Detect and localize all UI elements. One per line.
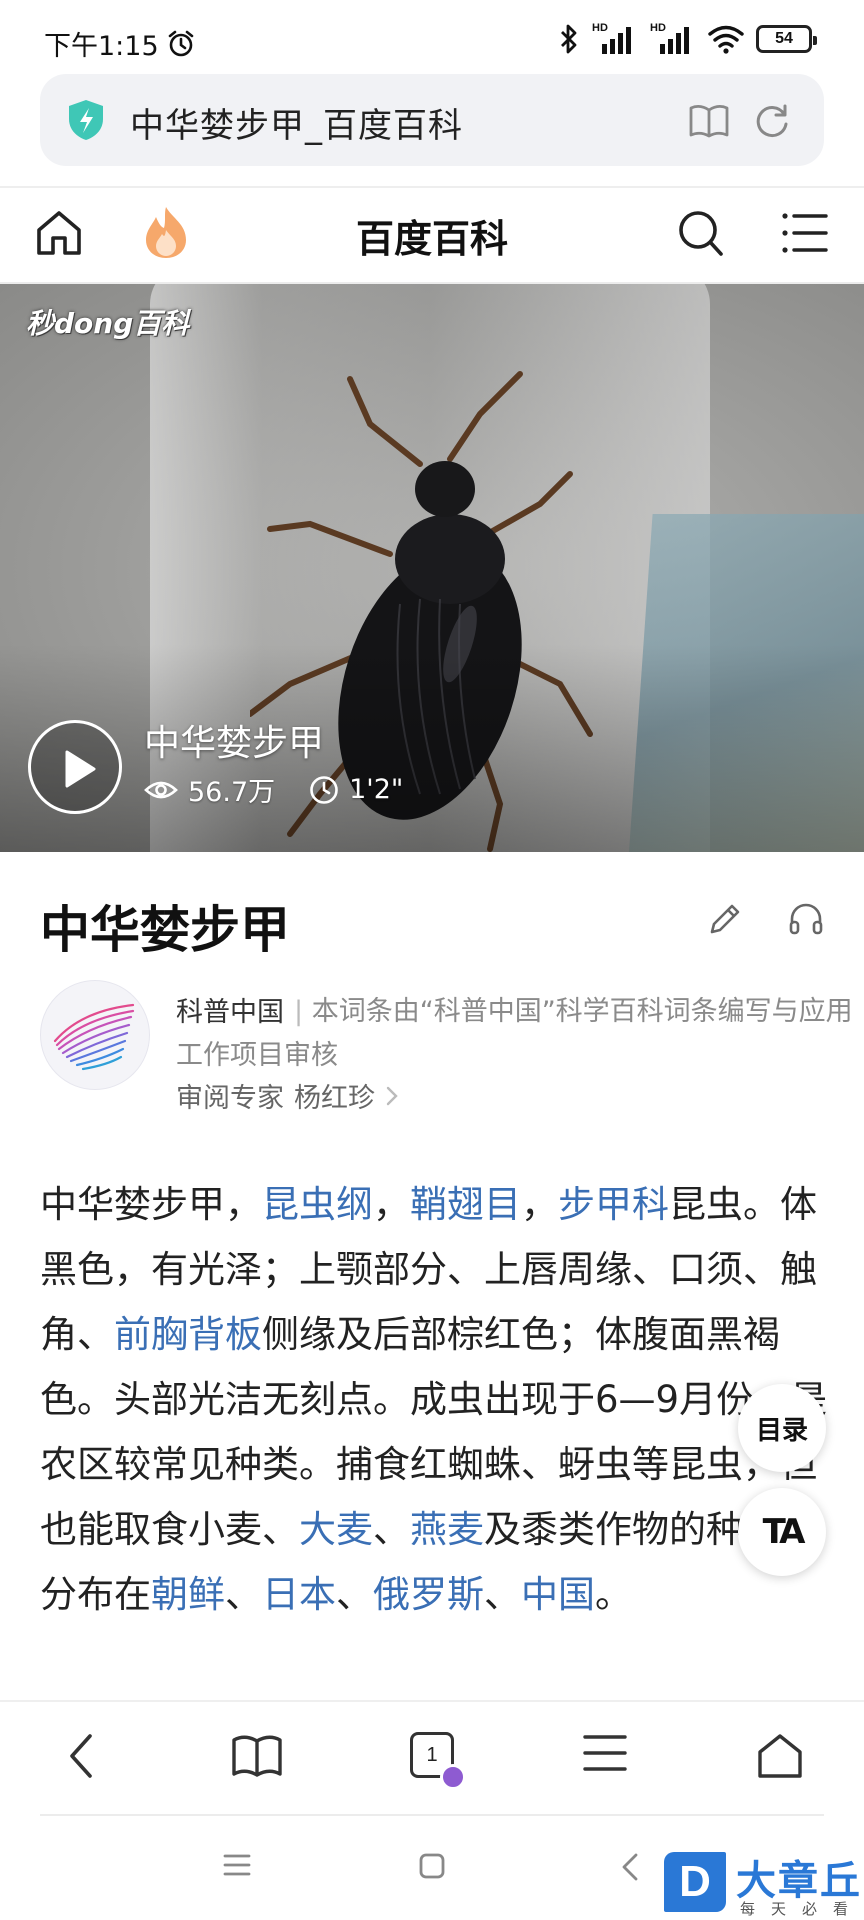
battery-icon: 54 [756,25,817,53]
system-back-icon[interactable] [620,1852,640,1882]
link-kunchonggang[interactable]: 昆虫纲 [262,1183,373,1226]
link-damai[interactable]: 大麦 [299,1508,373,1551]
body-text: 、 [484,1573,521,1616]
body-text: ， [521,1183,558,1226]
video-duration: 1'2" [309,774,403,805]
link-eluosi[interactable]: 俄罗斯 [373,1573,484,1616]
kepu-logo[interactable] [40,980,150,1090]
video-title: 中华婪步甲 [144,723,325,764]
link-bujiake[interactable]: 步甲科 [558,1183,669,1226]
clock-icon [309,775,339,805]
link-qiaochimu[interactable]: 鞘翅目 [410,1183,521,1226]
chevron-right-icon [385,1085,399,1107]
body-text: 、 [373,1508,410,1551]
video-stats: 56.7万 1'2" [144,770,437,809]
site-title: 百度百科 [355,217,508,261]
browser-toolbar: 1 [0,1700,864,1818]
reviewer-name: 杨红珍 [294,1083,375,1114]
back-icon[interactable] [66,1732,96,1780]
link-chaoxian[interactable]: 朝鲜 [151,1573,225,1616]
signal-icon-1: HD [592,22,638,56]
link-qianxiongbeiban[interactable]: 前胸背板 [114,1313,262,1356]
bookmarks-icon[interactable] [230,1732,284,1780]
bluetooth-icon [558,23,580,55]
view-count: 56.7万 [144,770,275,809]
brand-watermark-logo: D 大章丘 每天必看 [664,1846,864,1920]
home-button-icon[interactable] [418,1852,446,1880]
menu-icon[interactable] [782,212,828,254]
status-icons: HD HD 54 [558,22,817,56]
site-nav: 百度百科 [0,188,864,284]
home-tab-icon[interactable] [756,1732,804,1780]
reviewer-label: 审阅专家 [176,1083,284,1114]
edit-icon[interactable] [708,902,742,936]
divider [40,1814,824,1816]
source-separator: | [294,996,304,1027]
video-shade [0,644,864,852]
status-time: 下午1:15 [44,31,159,62]
shield-icon [66,98,106,142]
source-name[interactable]: 科普中国 [176,990,284,1029]
alarm-icon [167,30,195,58]
search-icon[interactable] [676,208,726,260]
body-text: 中华婪步甲， [40,1183,262,1226]
play-icon [65,750,96,788]
source-block: | 本词条由“科普中国”科学百科词条编写与应用工作项目审核 科普中国 审阅专家 … [40,980,853,1114]
signal-icon-2: HD [650,22,696,56]
toc-button[interactable]: 目录 [738,1384,826,1472]
body-text: ， [373,1183,410,1226]
link-yanmai[interactable]: 燕麦 [410,1508,484,1551]
wifi-icon [708,24,744,54]
link-riben[interactable]: 日本 [262,1573,336,1616]
status-bar: 下午1:15 HD HD 54 [0,0,864,74]
headphones-icon[interactable] [788,902,824,936]
status-time-group: 下午1:15 [44,24,195,63]
reader-mode-icon[interactable] [688,102,730,140]
menu-lines-icon[interactable] [582,1732,628,1774]
eye-icon [144,778,178,802]
font-size-button[interactable]: TA [738,1488,826,1576]
recent-apps-icon[interactable] [222,1852,252,1878]
incognito-badge-icon [440,1764,466,1790]
address-bar[interactable]: 中华婪步甲_百度百科 [40,74,824,166]
body-text: 。 [595,1573,632,1616]
reviewer-link[interactable]: 审阅专家 杨红珍 [176,1076,399,1115]
video-watermark: 秒dong百科 [26,307,190,340]
refresh-icon[interactable] [754,102,790,138]
body-text: 、 [225,1573,262,1616]
view-count-text: 56.7万 [188,777,276,808]
tabs-button[interactable]: 1 [410,1732,470,1792]
link-zhongguo[interactable]: 中国 [521,1573,595,1616]
play-button[interactable] [28,720,122,814]
body-text: 、 [336,1573,373,1616]
brand-d-mark: D [664,1852,726,1912]
video-player[interactable]: 秒dong百科 中华婪步甲 56.7万 1'2" [0,284,864,852]
article-title: 中华婪步甲 [40,901,290,959]
video-duration-text: 1'2" [349,774,404,805]
brand-slogan: 每天必看 [740,1900,864,1918]
article-body: 中华婪步甲，昆虫纲，鞘翅目，步甲科昆虫。体黑色，有光泽；上颚部分、上唇周缘、口须… [40,1172,830,1627]
address-text[interactable]: 中华婪步甲_百度百科 [130,98,463,147]
